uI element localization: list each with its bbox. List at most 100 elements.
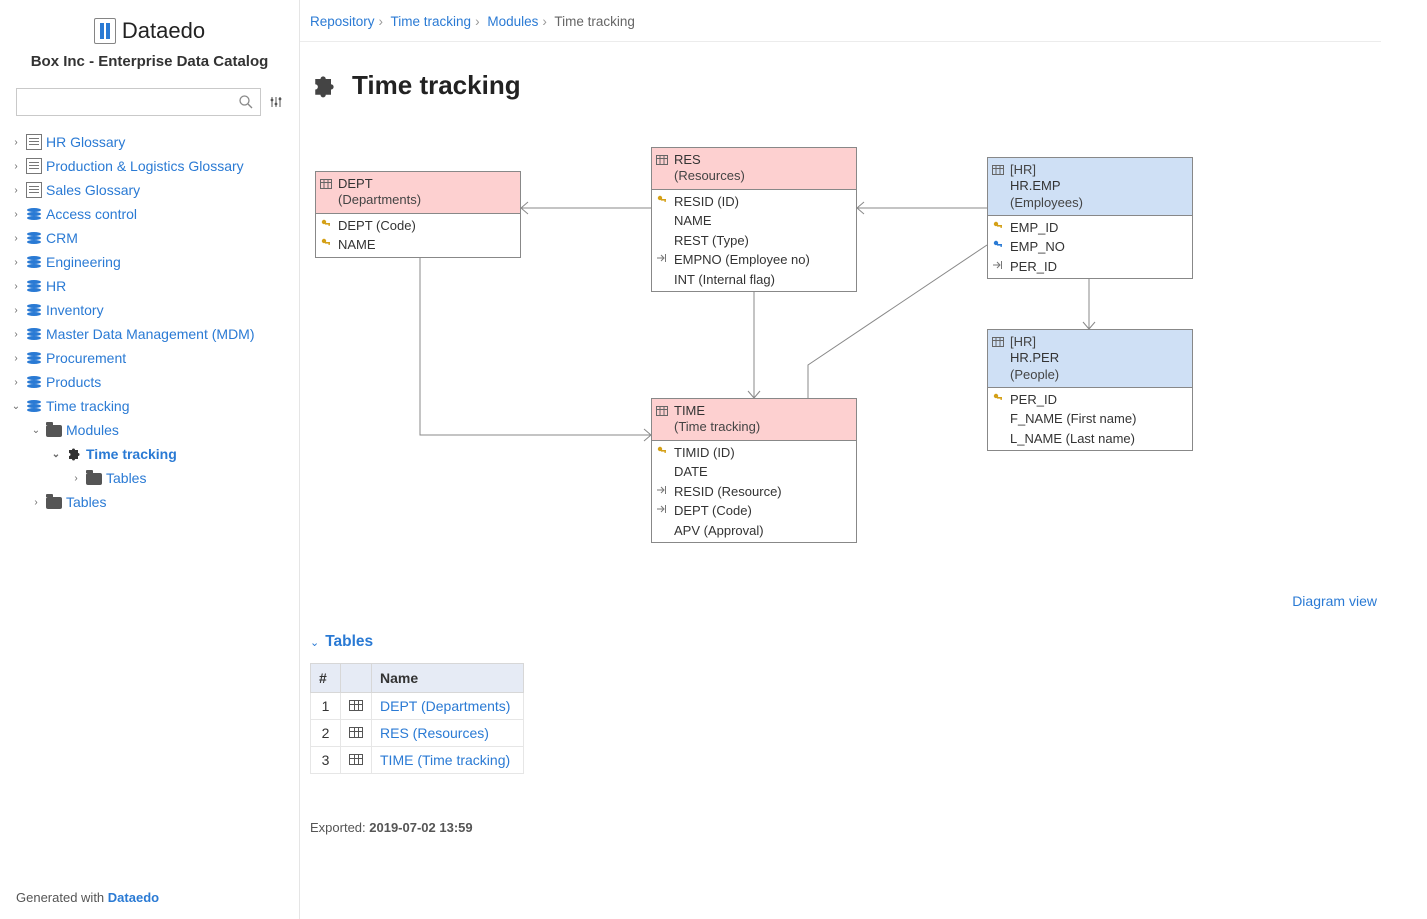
database-icon [26,278,42,294]
tree-item[interactable]: ›CRM [10,226,289,250]
diagram-view-link[interactable]: Diagram view [1292,593,1377,609]
chevron-down-icon: ⌄ [310,636,319,649]
catalog-subtitle: Box Inc - Enterprise Data Catalog [10,53,289,70]
tables-section: ⌄ Tables # Name 1 DEPT (Departments) 2 [310,633,1381,774]
erd-header: [HR] HR.EMP (Employees) [988,158,1192,216]
database-icon [26,254,42,270]
database-icon [26,302,42,318]
sidebar-footer: Generated with Dataedo [16,890,159,905]
app-logo: Dataedo [94,18,205,44]
page-title-row: Time tracking [300,70,1381,101]
logo-block: Dataedo [10,18,289,47]
erd-table-emp[interactable]: [HR] HR.EMP (Employees) EMP_ID EMP_NO PE… [987,157,1193,279]
database-icon [26,374,42,390]
sidebar: Dataedo Box Inc - Enterprise Data Catalo… [0,0,300,919]
logo-icon [94,18,116,44]
search-row [10,88,289,116]
tree-item[interactable]: ›Engineering [10,250,289,274]
tree-item[interactable]: ›Procurement [10,346,289,370]
database-icon [26,350,42,366]
table-link[interactable]: TIME (Time tracking) [380,752,510,768]
diagram-view-link-row: Diagram view [300,593,1381,609]
erd-header: RES (Resources) [652,148,856,190]
tree-item[interactable]: ›Products [10,370,289,394]
erd-table-res[interactable]: RES (Resources) RESID (ID) NAME REST (Ty… [651,147,857,292]
key-icon [656,194,668,206]
tree-item[interactable]: ›Master Data Management (MDM) [10,322,289,346]
col-icon [341,664,372,693]
table-icon [349,700,363,711]
tree-item-tables-outer[interactable]: ›Tables [10,490,289,514]
table-row[interactable]: 2 RES (Resources) [311,720,524,747]
exported-line: Exported: 2019-07-02 13:59 [310,820,1381,835]
tree-item[interactable]: ›Production & Logistics Glossary [10,154,289,178]
table-icon [320,178,332,190]
table-icon [656,405,668,417]
module-icon [310,72,338,100]
search-icon [238,94,254,110]
key-icon [320,237,332,249]
footer-brand-link[interactable]: Dataedo [108,890,159,905]
breadcrumb-current: Time tracking [554,14,635,29]
tree-item[interactable]: ›Sales Glossary [10,178,289,202]
table-link[interactable]: DEPT (Departments) [380,698,510,714]
tree-item[interactable]: ›Access control [10,202,289,226]
filter-icon[interactable] [269,95,283,109]
fk-icon [656,503,668,515]
key-icon [992,239,1004,251]
breadcrumb-repository[interactable]: Repository [310,14,375,29]
fk-icon [656,484,668,496]
erd-header: DEPT (Departments) [316,172,520,214]
book-icon [26,134,42,150]
database-icon [26,326,42,342]
page-title: Time tracking [352,70,521,101]
folder-icon [86,473,102,485]
key-icon [656,445,668,457]
tree-item-tables-inner[interactable]: ›Tables [10,466,289,490]
tables-list: # Name 1 DEPT (Departments) 2 RES (Resou… [310,663,524,774]
database-icon [26,230,42,246]
folder-icon [46,497,62,509]
fk-icon [656,252,668,264]
table-icon [349,727,363,738]
key-icon [992,392,1004,404]
table-link[interactable]: RES (Resources) [380,725,489,741]
nav-tree: ›HR Glossary ›Production & Logistics Glo… [10,130,289,514]
tree-item-time-tracking[interactable]: ⌄Time tracking [10,394,289,418]
tree-item-module-time-tracking[interactable]: ⌄Time tracking [10,442,289,466]
breadcrumb: Repository› Time tracking› Modules› Time… [300,0,1381,42]
tree-item[interactable]: ›HR [10,274,289,298]
book-icon [26,158,42,174]
erd-table-per[interactable]: [HR] HR.PER (People) PER_ID F_NAME (Firs… [987,329,1193,451]
table-row[interactable]: 3 TIME (Time tracking) [311,747,524,774]
database-icon [26,206,42,222]
folder-icon [46,425,62,437]
tree-item[interactable]: ›Inventory [10,298,289,322]
erd-diagram: DEPT (Departments) DEPT (Code) NAME RES … [310,145,1381,575]
erd-header: TIME (Time tracking) [652,399,856,441]
search-box[interactable] [16,88,261,116]
table-row[interactable]: 1 DEPT (Departments) [311,693,524,720]
table-icon [992,336,1004,348]
book-icon [26,182,42,198]
search-input[interactable] [23,95,238,110]
tree-item-modules[interactable]: ⌄Modules [10,418,289,442]
table-icon [349,754,363,765]
footer-text: Generated with [16,890,108,905]
erd-header: [HR] HR.PER (People) [988,330,1192,388]
tables-heading[interactable]: ⌄ Tables [310,633,1381,651]
col-name: Name [372,664,524,693]
main-content: Repository› Time tracking› Modules› Time… [300,0,1427,919]
tree-item[interactable]: ›HR Glossary [10,130,289,154]
erd-table-dept[interactable]: DEPT (Departments) DEPT (Code) NAME [315,171,521,258]
col-num: # [311,664,341,693]
key-icon [992,220,1004,232]
database-icon [26,398,42,414]
fk-icon [992,259,1004,271]
module-icon [66,446,82,462]
table-icon [656,154,668,166]
erd-table-time[interactable]: TIME (Time tracking) TIMID (ID) DATE RES… [651,398,857,543]
breadcrumb-time-tracking[interactable]: Time tracking [391,14,472,29]
brand-name: Dataedo [122,18,205,44]
breadcrumb-modules[interactable]: Modules [487,14,538,29]
